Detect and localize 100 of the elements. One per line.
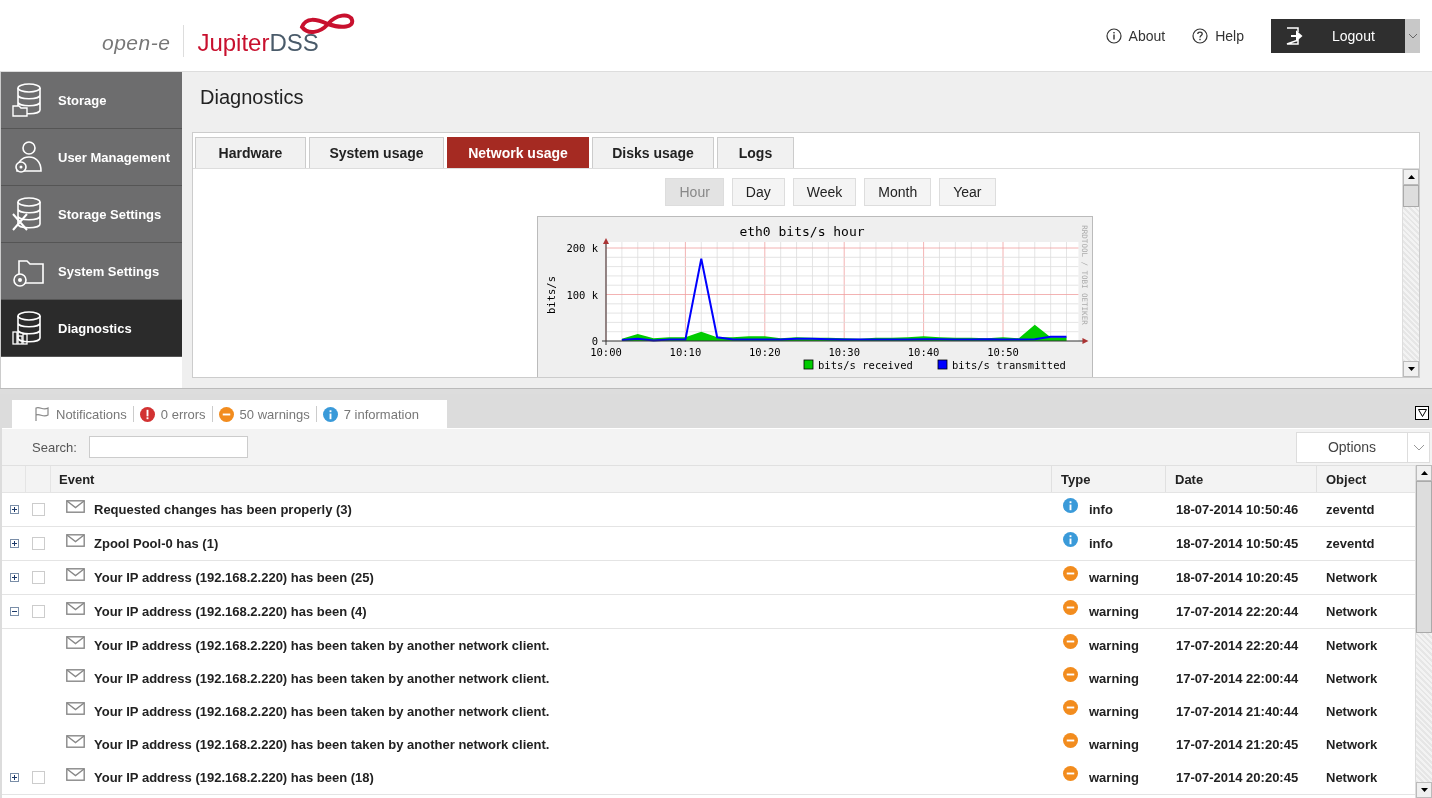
date-cell-text: 17-07-2014 20:20:45 xyxy=(1175,770,1300,785)
axis-label: bits/s xyxy=(545,276,557,314)
sidebar-item[interactable]: Storage Settings xyxy=(1,186,182,243)
period-button[interactable]: Month xyxy=(864,178,932,206)
date-cell-text: 18-07-2014 10:20:45 xyxy=(1175,570,1300,585)
tick-label: 0 xyxy=(591,335,598,347)
search-field[interactable] xyxy=(88,436,248,458)
date-cell-text: 18-07-2014 10:50:46 xyxy=(1175,502,1300,517)
expand-icon[interactable] xyxy=(9,573,19,582)
scroll-up-icon[interactable] xyxy=(1407,175,1415,179)
count-label: 0 errors xyxy=(139,406,206,422)
event-text: Your IP address (192.168.2.220) has been taken by another network client. xyxy=(94,638,550,653)
sidebar-item[interactable]: Storage xyxy=(1,72,182,129)
tab[interactable]: System usage xyxy=(309,137,444,168)
date-cell-text: 17-07-2014 22:20:44 xyxy=(1175,638,1300,653)
object-cell-text: Network xyxy=(1325,604,1379,619)
expand-icon[interactable] xyxy=(9,505,19,514)
object-cell-text: Network xyxy=(1325,770,1379,785)
chevron-down-icon xyxy=(1407,32,1418,39)
type-text: warning xyxy=(1089,570,1139,585)
tab[interactable]: Network usage xyxy=(447,137,589,168)
date-cell-text: 17-07-2014 22:00:44 xyxy=(1175,671,1300,686)
envelope-icon xyxy=(66,702,85,715)
column-header[interactable]: Event xyxy=(51,466,1051,492)
tab[interactable]: Logs xyxy=(717,137,794,168)
search-label: Search: xyxy=(32,439,77,455)
legend-label: bits/s transmitted xyxy=(952,359,1066,371)
tick-label: 200 k xyxy=(566,242,598,254)
logout-button[interactable]: Logout xyxy=(1271,18,1405,53)
envelope-icon xyxy=(66,669,85,682)
triangle-down-icon xyxy=(1417,409,1427,417)
type-text: info xyxy=(1089,536,1113,551)
sidebar-item[interactable]: Diagnostics xyxy=(1,300,182,357)
tick-label: 100 k xyxy=(566,288,598,301)
envelope-icon xyxy=(66,768,85,781)
envelope-icon xyxy=(66,735,85,748)
type-text: warning xyxy=(1089,737,1139,752)
event-text: Your IP address (192.168.2.220) has been (18) xyxy=(94,770,374,785)
event-text: Your IP address (192.168.2.220) has been taken by another network client. xyxy=(94,671,550,686)
object-cell-text: Network xyxy=(1325,671,1379,686)
product-logo-text: JupiterDSS xyxy=(197,28,319,58)
envelope-icon xyxy=(66,602,85,615)
tab[interactable]: Disks usage xyxy=(592,137,714,168)
column-header[interactable]: Date xyxy=(1165,466,1316,492)
object-cell-text: zeventd xyxy=(1325,536,1376,551)
info-icon xyxy=(322,406,338,422)
scroll-down-icon[interactable] xyxy=(1420,788,1428,792)
exclamation-icon xyxy=(139,406,155,422)
object-cell-text: Network xyxy=(1325,570,1379,585)
object-cell-text: zeventd xyxy=(1325,502,1376,517)
envelope-icon xyxy=(66,534,85,547)
object-cell-text: Network xyxy=(1325,737,1379,752)
notifications-label: Notifications xyxy=(34,406,127,422)
collapse-button[interactable] xyxy=(1415,406,1429,420)
tick-label: 10:20 xyxy=(749,346,781,358)
tab[interactable]: Hardware xyxy=(195,137,306,168)
object-cell-text: Network xyxy=(1325,638,1379,653)
event-text: Your IP address (192.168.2.220) has been (4) xyxy=(94,604,367,619)
date-cell-text: 18-07-2014 10:50:45 xyxy=(1175,536,1300,551)
period-button[interactable]: Year xyxy=(939,178,996,206)
tick-label: 10:00 xyxy=(590,346,622,358)
scrollbar[interactable] xyxy=(1415,465,1432,798)
row-checkbox[interactable] xyxy=(31,771,45,784)
scroll-thumb[interactable] xyxy=(1403,185,1419,207)
object-cell-text: Network xyxy=(1325,704,1379,719)
options-dropdown[interactable]: Options xyxy=(1296,431,1430,463)
type-text: warning xyxy=(1089,671,1139,686)
scroll-thumb[interactable] xyxy=(1416,481,1432,633)
row-checkbox[interactable] xyxy=(31,537,45,550)
date-cell-text: 17-07-2014 21:20:45 xyxy=(1175,737,1300,752)
dropdown-button[interactable] xyxy=(1405,18,1420,53)
legend-label: bits/s received xyxy=(818,359,913,371)
date-cell-text: 17-07-2014 21:40:44 xyxy=(1175,704,1300,719)
period-button[interactable]: Day xyxy=(731,178,785,206)
collapse-icon[interactable] xyxy=(9,607,19,616)
infinity-logo-icon xyxy=(298,10,356,35)
row-checkbox[interactable] xyxy=(31,605,45,618)
scroll-down-icon[interactable] xyxy=(1407,367,1415,371)
event-text: Requested changes has been properly (3) xyxy=(94,502,352,517)
type-text: warning xyxy=(1089,638,1139,653)
header-link[interactable]: About xyxy=(1105,27,1166,44)
period-button[interactable]: Week xyxy=(792,178,857,206)
column-header[interactable]: Type xyxy=(1051,466,1165,492)
help-icon xyxy=(1192,27,1209,44)
header-link[interactable]: Help xyxy=(1192,27,1244,44)
row-checkbox[interactable] xyxy=(31,503,45,516)
event-text: Zpool Pool-0 has (1) xyxy=(94,536,219,551)
row-checkbox[interactable] xyxy=(31,571,45,584)
scroll-up-icon[interactable] xyxy=(1420,471,1428,475)
scrollbar[interactable] xyxy=(1402,169,1419,377)
splitter-handle[interactable] xyxy=(0,388,1432,394)
event-text: Your IP address (192.168.2.220) has been taken by another network client. xyxy=(94,704,550,719)
expand-icon[interactable] xyxy=(9,539,19,548)
notification-tab[interactable]: Notifications 0 errors 50 warnings 7 information xyxy=(12,400,447,428)
flag-icon xyxy=(34,406,50,422)
sidebar-item[interactable]: System Settings xyxy=(1,243,182,300)
count-label: 50 warnings xyxy=(218,406,310,422)
envelope-icon xyxy=(66,500,85,513)
sidebar-item[interactable]: User Management xyxy=(1,129,182,186)
expand-icon[interactable] xyxy=(9,773,19,782)
